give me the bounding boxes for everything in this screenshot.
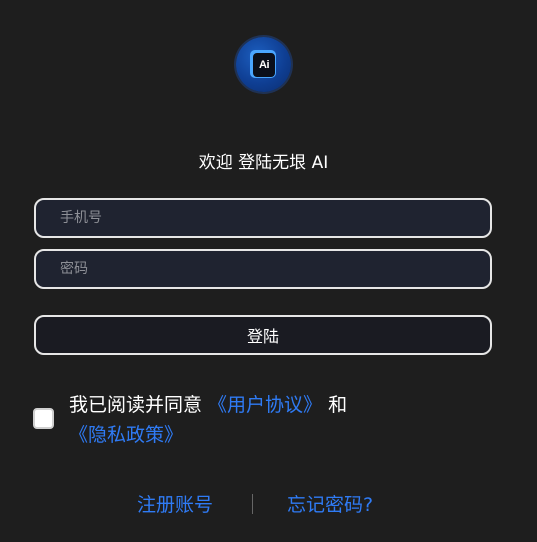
agreement-text: 我已阅读并同意 《用户协议》 和 《隐私政策》 — [69, 390, 399, 450]
register-link[interactable]: 注册账号 — [137, 490, 213, 517]
phone-field[interactable] — [34, 198, 492, 238]
footer-divider — [252, 494, 253, 514]
agreement-joiner: 和 — [322, 394, 348, 416]
privacy-policy-link[interactable]: 《隐私政策》 — [69, 424, 183, 446]
user-agreement-link[interactable]: 《用户协议》 — [208, 394, 322, 416]
password-input[interactable] — [36, 251, 490, 287]
logo-text: Ai — [253, 53, 275, 77]
welcome-title: 欢迎 登陆无垠 AI — [198, 153, 329, 173]
agreement-prefix: 我已阅读并同意 — [69, 394, 209, 416]
agreement-checkbox[interactable] — [33, 408, 54, 429]
phone-input[interactable] — [36, 200, 490, 236]
password-field[interactable] — [34, 249, 492, 289]
login-page: Ai 欢迎 登陆无垠 AI 登陆 我已阅读并同意 《用户协议》 和 《隐私政策》… — [0, 0, 537, 542]
app-logo: Ai — [236, 37, 291, 92]
forgot-password-link[interactable]: 忘记密码? — [287, 490, 373, 517]
login-button[interactable]: 登陆 — [34, 315, 492, 355]
